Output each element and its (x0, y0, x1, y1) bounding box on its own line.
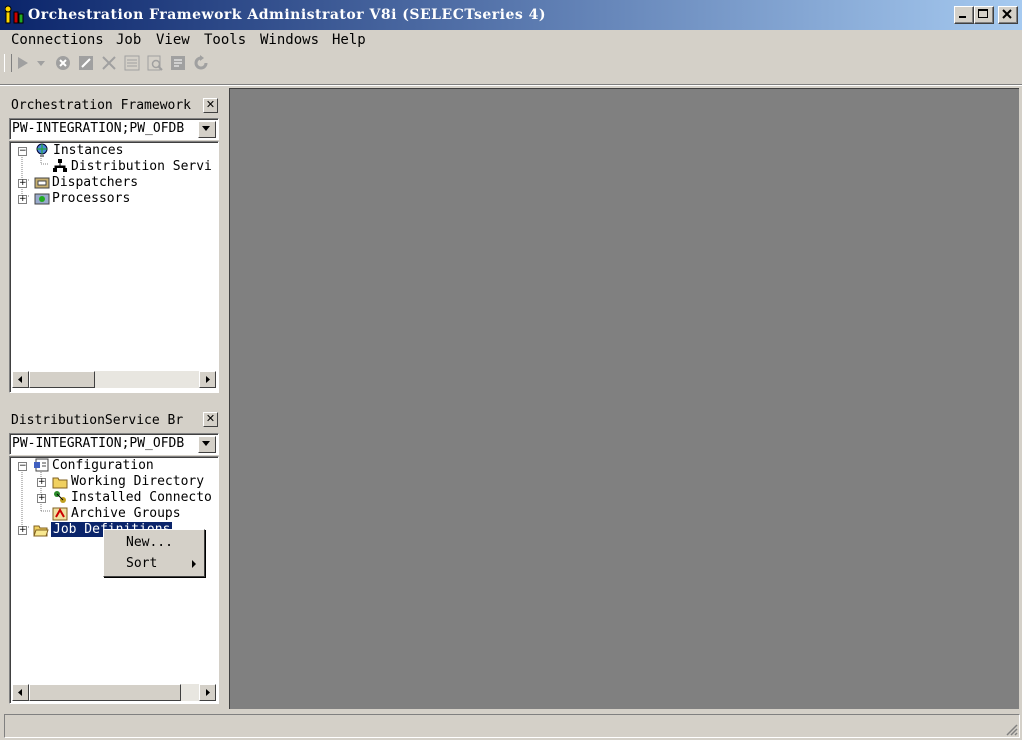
menu-help[interactable]: Help (332, 32, 366, 48)
scroll-left-button[interactable] (12, 684, 29, 701)
orchestration-framework-panel: Orchestration Framework ✕ PW-INTEGRATION… (4, 93, 220, 395)
tree-node-label: Dispatchers (52, 175, 139, 190)
expand-icon[interactable]: + (37, 494, 46, 503)
context-menu-new[interactable]: New... (126, 535, 173, 550)
tree-node-distribution-service[interactable]: Distribution Servi (10, 159, 218, 175)
collapse-icon[interactable]: − (18, 462, 27, 471)
folder-icon (52, 475, 68, 489)
folder-open-icon (33, 523, 49, 537)
close-icon: ✕ (205, 412, 216, 425)
title-bar: Orchestration Framework Administrator V8… (0, 0, 1022, 30)
close-icon: ✕ (205, 98, 216, 111)
resize-grip-icon[interactable] (1004, 722, 1018, 736)
menu-job[interactable]: Job (116, 32, 141, 48)
tree-node-dispatchers[interactable]: + Dispatchers (10, 175, 218, 191)
panel-close-button[interactable]: ✕ (203, 412, 218, 427)
panel-title: Orchestration Framework (11, 98, 192, 113)
context-menu-sort-label: Sort (126, 556, 158, 571)
menu-connections[interactable]: Connections (11, 32, 104, 48)
scroll-right-button[interactable] (199, 371, 216, 388)
tree-node-label: Processors (52, 191, 131, 206)
expand-icon[interactable]: + (18, 526, 27, 535)
maximize-icon (978, 9, 988, 18)
status-bar (4, 714, 1020, 738)
dispatcher-icon (34, 176, 50, 190)
list-icon[interactable] (123, 54, 141, 72)
archive-icon (52, 507, 68, 521)
context-menu-sort[interactable]: Sort (126, 556, 201, 571)
expand-icon[interactable]: + (37, 478, 46, 487)
tree-node-working-directory[interactable]: + Working Directory (10, 474, 218, 490)
expand-icon[interactable]: + (18, 179, 27, 188)
processor-icon (34, 192, 50, 206)
tree-node-label: Installed Connecto (71, 490, 212, 505)
toolbar-grip (4, 54, 12, 72)
horizontal-scrollbar[interactable] (12, 371, 216, 388)
submenu-arrow-icon (192, 560, 196, 568)
globe-icon (34, 143, 50, 157)
delete-icon[interactable] (100, 54, 118, 72)
context-menu: New... Sort (103, 529, 205, 577)
tree-node-processors[interactable]: + Processors (10, 191, 218, 207)
network-icon (52, 159, 68, 173)
edit-icon[interactable] (77, 54, 95, 72)
connection-select-value: PW-INTEGRATION;PW_OFDB (12, 121, 185, 136)
configuration-icon (33, 458, 49, 472)
connector-icon (52, 490, 68, 504)
connection-select[interactable]: PW-INTEGRATION;PW_OFDB (9, 433, 219, 455)
tree-node-configuration[interactable]: − Configuration (10, 458, 218, 474)
tools-icon (4, 5, 25, 25)
maximize-button[interactable] (974, 6, 994, 24)
stop-icon[interactable] (54, 54, 72, 72)
scroll-right-button[interactable] (199, 684, 216, 701)
collapse-icon[interactable]: − (18, 147, 27, 156)
chevron-down-icon[interactable] (198, 436, 216, 453)
tree-node-instances[interactable]: − Instances (10, 143, 218, 159)
connection-select[interactable]: PW-INTEGRATION;PW_OFDB (9, 118, 219, 140)
close-icon (1002, 9, 1012, 19)
scrollbar-thumb[interactable] (29, 371, 95, 388)
connection-select-value: PW-INTEGRATION;PW_OFDB (12, 436, 185, 451)
close-button[interactable] (998, 6, 1018, 24)
window-title: Orchestration Framework Administrator V8… (28, 7, 546, 23)
tree-node-label: Working Directory (71, 474, 205, 489)
tree-node-installed-connectors[interactable]: + Installed Connecto (10, 490, 218, 506)
menu-view[interactable]: View (156, 32, 190, 48)
minimize-icon (959, 16, 966, 18)
horizontal-scrollbar[interactable] (12, 684, 216, 701)
run-icon[interactable] (14, 54, 32, 72)
tree-node-label: Configuration (52, 458, 154, 473)
chevron-down-icon[interactable] (198, 121, 216, 138)
tree-node-label: Archive Groups (71, 506, 181, 521)
scroll-left-button[interactable] (12, 371, 29, 388)
tree-node-archive-groups[interactable]: Archive Groups (10, 506, 218, 522)
object-tree: − Instances Distribution Servi + Dispatc… (9, 141, 219, 393)
toolbar (0, 52, 1022, 74)
minimize-button[interactable] (954, 6, 974, 24)
mdi-workspace[interactable] (229, 88, 1019, 709)
refresh-icon[interactable] (192, 54, 210, 72)
menu-windows[interactable]: Windows (260, 32, 319, 48)
report-icon[interactable] (169, 54, 187, 72)
panel-close-button[interactable]: ✕ (203, 98, 218, 113)
expand-icon[interactable]: + (18, 195, 27, 204)
find-icon[interactable] (146, 54, 164, 72)
object-tree: − Configuration + Working Directory + In… (9, 456, 219, 704)
dropdown-arrow-icon[interactable] (35, 54, 47, 72)
menu-tools[interactable]: Tools (204, 32, 246, 48)
tree-node-label: Distribution Servi (71, 159, 212, 174)
tree-node-label: Instances (53, 143, 124, 158)
toolbar-divider-highlight (0, 85, 1022, 86)
scrollbar-thumb[interactable] (29, 684, 181, 701)
panel-title: DistributionService Br (11, 413, 184, 428)
menu-bar: Connections Job View Tools Windows Help (0, 31, 1022, 51)
